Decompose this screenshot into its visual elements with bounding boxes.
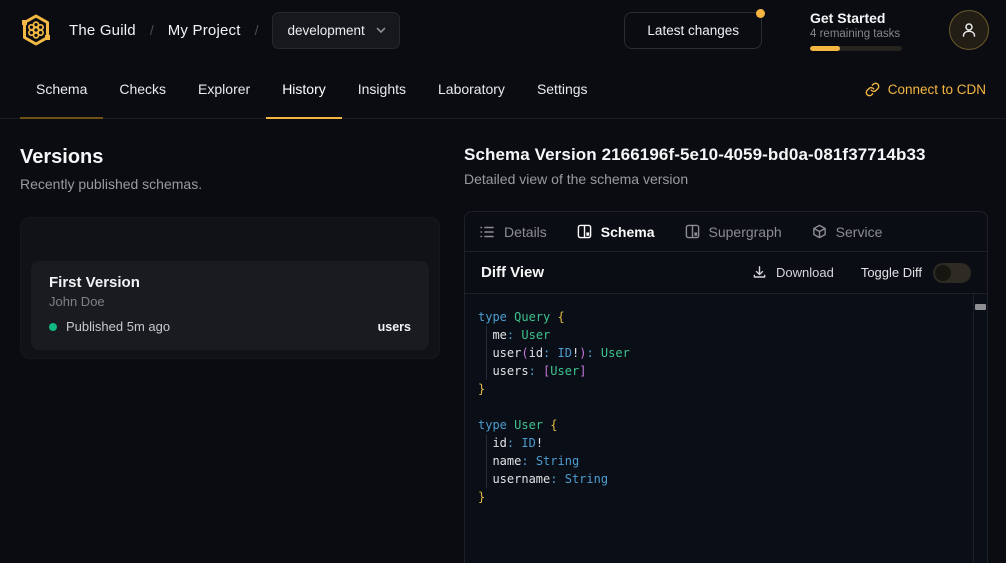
download-label: Download: [776, 265, 834, 280]
nav-tab-settings[interactable]: Settings: [521, 60, 604, 118]
versions-subtitle: Recently published schemas.: [20, 176, 440, 192]
diff-view-title: Diff View: [481, 264, 544, 281]
breadcrumb-project[interactable]: My Project: [168, 22, 241, 39]
version-service-badge: users: [378, 320, 411, 334]
chevron-down-icon: [375, 24, 387, 36]
detail-tab-label: Details: [504, 224, 547, 240]
nav-tab-label: Checks: [119, 81, 166, 97]
notification-dot: [756, 9, 765, 18]
versions-panel: Versions Recently published schemas. Fir…: [0, 119, 460, 563]
user-avatar-button[interactable]: [949, 10, 989, 50]
detail-tab-schema[interactable]: Schema: [577, 224, 655, 240]
columns-icon: [577, 224, 592, 239]
version-detail-panel: Schema Version 2166196f-5e10-4059-bd0a-0…: [460, 119, 1006, 563]
get-started-widget[interactable]: Get Started 4 remaining tasks: [810, 10, 902, 51]
hive-logo-icon[interactable]: [17, 11, 55, 49]
toggle-diff-switch[interactable]: [933, 263, 971, 283]
top-header: The Guild / My Project / development Lat…: [0, 0, 1006, 60]
detail-tab-label: Service: [836, 224, 883, 240]
nav-tab-label: Insights: [358, 81, 406, 97]
detail-tab-label: Schema: [601, 224, 655, 240]
main-content: Versions Recently published schemas. Fir…: [0, 119, 1006, 563]
detail-tab-supergraph[interactable]: Supergraph: [685, 224, 782, 240]
indent-guide: [486, 434, 487, 488]
indent-guide: [486, 326, 487, 380]
nav-tab-history[interactable]: History: [266, 60, 342, 118]
nav-tab-label: History: [282, 81, 326, 97]
code-scrollbar[interactable]: [973, 294, 987, 563]
detail-tab-service[interactable]: Service: [812, 224, 883, 240]
latest-changes-button[interactable]: Latest changes: [624, 12, 762, 49]
get-started-subtitle: 4 remaining tasks: [810, 28, 902, 40]
diff-view-header: Diff View Download Toggle Diff: [465, 252, 987, 294]
code-block: type Query { me: User user(id: ID!): Use…: [478, 308, 967, 506]
scrollbar-thumb[interactable]: [975, 304, 986, 310]
toggle-diff-label: Toggle Diff: [861, 265, 922, 280]
link-icon: [865, 82, 880, 97]
nav-tab-label: Explorer: [198, 81, 250, 97]
breadcrumb-org[interactable]: The Guild: [69, 22, 136, 39]
connect-to-cdn-label: Connect to CDN: [888, 82, 986, 97]
version-detail-box: Details Schema Supergr: [464, 211, 988, 563]
version-author: John Doe: [49, 294, 411, 309]
nav-tab-label: Laboratory: [438, 81, 505, 97]
nav-tabs: Schema Checks Explorer History Insights …: [20, 60, 604, 118]
connect-to-cdn-button[interactable]: Connect to CDN: [865, 60, 986, 118]
schema-code-viewer: type Query { me: User user(id: ID!): Use…: [465, 294, 987, 563]
target-selector[interactable]: development: [272, 12, 399, 49]
columns-icon: [685, 224, 700, 239]
nav-tab-insights[interactable]: Insights: [342, 60, 422, 118]
download-icon: [752, 265, 767, 280]
version-meta-row: Published 5m ago users: [49, 319, 411, 334]
detail-tabs: Details Schema Supergr: [465, 212, 987, 252]
version-detail-title: Schema Version 2166196f-5e10-4059-bd0a-0…: [464, 145, 988, 165]
get-started-title: Get Started: [810, 10, 902, 26]
header-actions: Latest changes Get Started 4 remaining t…: [624, 10, 989, 51]
person-icon: [960, 21, 978, 39]
main-nav: Schema Checks Explorer History Insights …: [0, 60, 1006, 119]
version-status: Published 5m ago: [66, 319, 170, 334]
nav-tab-label: Settings: [537, 81, 588, 97]
list-icon: [479, 224, 495, 240]
cube-icon: [812, 224, 827, 239]
get-started-progress-fill: [810, 46, 840, 51]
published-status-dot: [49, 323, 57, 331]
nav-tab-schema[interactable]: Schema: [20, 60, 103, 118]
detail-tab-label: Supergraph: [709, 224, 782, 240]
download-button[interactable]: Download: [752, 265, 834, 280]
latest-changes-label: Latest changes: [647, 23, 739, 38]
get-started-progress: [810, 46, 902, 51]
breadcrumb-separator: /: [150, 22, 154, 38]
breadcrumb-separator: /: [255, 22, 259, 38]
detail-tab-details[interactable]: Details: [479, 224, 547, 240]
diff-actions: Download Toggle Diff: [752, 263, 971, 283]
versions-title: Versions: [20, 146, 440, 169]
nav-tab-laboratory[interactable]: Laboratory: [422, 60, 521, 118]
version-title: First Version: [49, 274, 411, 291]
version-detail-subtitle: Detailed view of the schema version: [464, 171, 988, 187]
target-selector-value: development: [287, 23, 364, 38]
toggle-knob: [935, 265, 951, 281]
nav-tab-explorer[interactable]: Explorer: [182, 60, 266, 118]
versions-card: First Version John Doe Published 5m ago …: [20, 217, 440, 359]
version-list-item[interactable]: First Version John Doe Published 5m ago …: [31, 261, 429, 350]
breadcrumb: The Guild / My Project / development: [69, 12, 400, 49]
nav-tab-checks[interactable]: Checks: [103, 60, 182, 118]
nav-tab-label: Schema: [36, 81, 87, 97]
